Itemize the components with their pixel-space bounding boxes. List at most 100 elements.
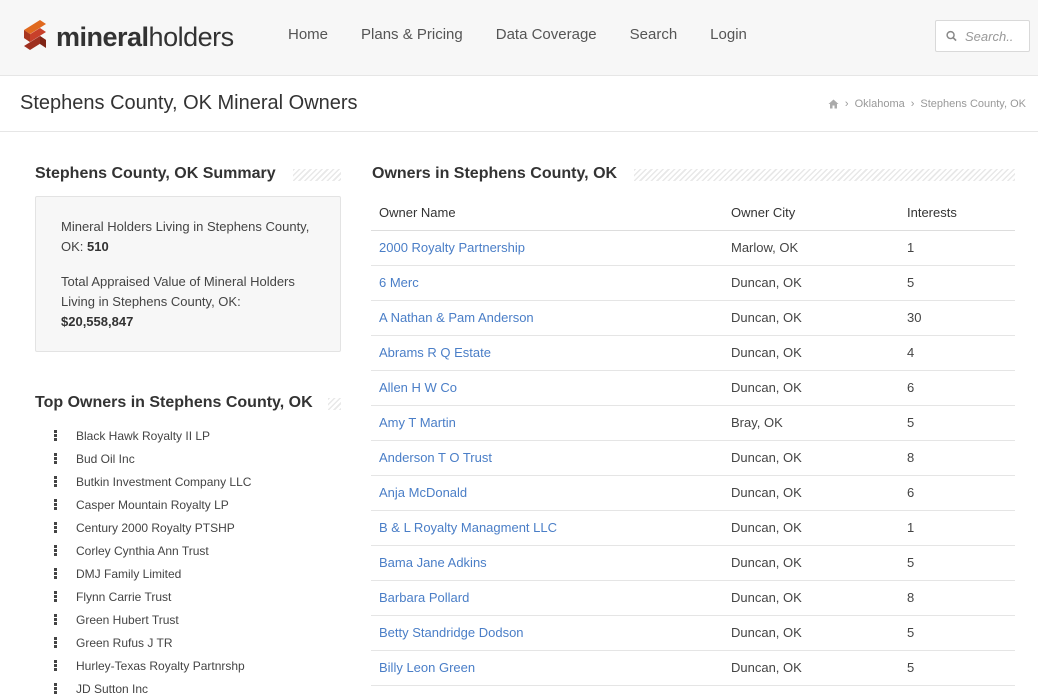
- breadcrumb-current: Stephens County, OK: [920, 98, 1026, 110]
- nav-data-coverage[interactable]: Data Coverage: [496, 26, 597, 43]
- owners-table: Owner Name Owner City Interests 2000 Roy…: [371, 195, 1015, 686]
- owner-city-cell: Duncan, OK: [723, 650, 899, 686]
- table-row: 6 Merc Duncan, OK 5: [371, 265, 1015, 301]
- owner-name-cell: Anderson T O Trust: [371, 440, 723, 476]
- table-row: Billy Leon Green Duncan, OK 5: [371, 650, 1015, 686]
- owner-city-cell: Duncan, OK: [723, 580, 899, 616]
- table-row: Betty Standridge Dodson Duncan, OK 5: [371, 615, 1015, 651]
- owners-table-heading: Owners in Stephens County, OK: [372, 165, 618, 182]
- owner-name: Hurley-Texas Royalty Partnrshp: [76, 658, 245, 673]
- owner-link[interactable]: Anja McDonald: [379, 485, 467, 500]
- owner-name: Flynn Carrie Trust: [76, 589, 172, 604]
- interests-cell: 6: [899, 370, 1015, 406]
- owner-link[interactable]: 2000 Royalty Partnership: [379, 240, 525, 255]
- interests-cell: 1: [899, 230, 1015, 266]
- list-item[interactable]: Flynn Carrie Trust: [54, 585, 251, 608]
- owner-name-cell: Anja McDonald: [371, 475, 723, 511]
- owner-name: Butkin Investment Company LLC: [76, 474, 252, 489]
- owner-name: JD Sutton Inc: [76, 681, 149, 696]
- owner-city-cell: Duncan, OK: [723, 545, 899, 581]
- owner-city-cell: Duncan, OK: [723, 475, 899, 511]
- owner-city-cell: Duncan, OK: [723, 370, 899, 406]
- owner-link[interactable]: 6 Merc: [379, 275, 419, 290]
- list-item[interactable]: Green Rufus J TR: [54, 631, 251, 654]
- title-bar: Stephens County, OK Mineral Owners › Okl…: [0, 77, 1038, 132]
- interests-cell: 5: [899, 615, 1015, 651]
- interests-cell: 5: [899, 650, 1015, 686]
- table-row: Abrams R Q Estate Duncan, OK 4: [371, 335, 1015, 371]
- drag-handle-icon: [54, 544, 58, 557]
- owner-name-cell: B & L Royalty Managment LLC: [371, 510, 723, 546]
- list-item[interactable]: JD Sutton Inc: [54, 677, 251, 696]
- list-item[interactable]: Casper Mountain Royalty LP: [54, 493, 251, 516]
- owner-name-cell: Bama Jane Adkins: [371, 545, 723, 581]
- owner-link[interactable]: Anderson T O Trust: [379, 450, 492, 465]
- table-header-row: Owner Name Owner City Interests: [371, 195, 1015, 231]
- drag-handle-icon: [54, 452, 58, 465]
- owner-link[interactable]: Billy Leon Green: [379, 660, 475, 675]
- interests-cell: 5: [899, 265, 1015, 301]
- owner-link[interactable]: Amy T Martin: [379, 415, 456, 430]
- nav-login[interactable]: Login: [710, 26, 747, 43]
- owner-name: Green Rufus J TR: [76, 635, 173, 650]
- nav-search[interactable]: Search: [630, 26, 678, 43]
- list-item[interactable]: Corley Cynthia Ann Trust: [54, 539, 251, 562]
- list-item[interactable]: Butkin Investment Company LLC: [54, 470, 251, 493]
- column-header-owner-city[interactable]: Owner City: [723, 195, 899, 231]
- heading-divider: [293, 169, 341, 181]
- search-input[interactable]: [965, 28, 1029, 44]
- owner-link[interactable]: Allen H W Co: [379, 380, 457, 395]
- breadcrumb: › Oklahoma › Stephens County, OK: [828, 98, 1026, 110]
- owner-link[interactable]: Abrams R Q Estate: [379, 345, 491, 360]
- column-header-owner-name[interactable]: Owner Name: [371, 195, 723, 231]
- chevron-right-icon: ›: [910, 98, 915, 110]
- owner-name-cell: Amy T Martin: [371, 405, 723, 441]
- owner-name: DMJ Family Limited: [76, 566, 182, 581]
- value-stat: Total Appraised Value of Mineral Holders…: [61, 274, 295, 329]
- owner-link[interactable]: B & L Royalty Managment LLC: [379, 520, 557, 535]
- interests-cell: 1: [899, 510, 1015, 546]
- drag-handle-icon: [54, 429, 58, 442]
- main-nav: Home Plans & Pricing Data Coverage Searc…: [288, 26, 780, 43]
- column-header-interests[interactable]: Interests: [899, 195, 1015, 231]
- drag-handle-icon: [54, 613, 58, 626]
- owner-city-cell: Marlow, OK: [723, 230, 899, 266]
- drag-handle-icon: [54, 475, 58, 488]
- breadcrumb-oklahoma[interactable]: Oklahoma: [855, 98, 905, 110]
- list-item[interactable]: DMJ Family Limited: [54, 562, 251, 585]
- logo-text: mineralholders: [56, 21, 234, 52]
- nav-home[interactable]: Home: [288, 26, 328, 43]
- list-item[interactable]: Bud Oil Inc: [54, 447, 251, 470]
- home-icon[interactable]: [828, 99, 839, 109]
- drag-handle-icon: [54, 659, 58, 672]
- owner-link[interactable]: Barbara Pollard: [379, 590, 469, 605]
- residents-stat: Mineral Holders Living in Stephens Count…: [61, 219, 310, 254]
- heading-divider: [328, 398, 341, 410]
- owner-name: Bud Oil Inc: [76, 451, 135, 466]
- table-row: Bama Jane Adkins Duncan, OK 5: [371, 545, 1015, 581]
- table-row: 2000 Royalty Partnership Marlow, OK 1: [371, 230, 1015, 266]
- owner-city-cell: Duncan, OK: [723, 510, 899, 546]
- list-item[interactable]: Green Hubert Trust: [54, 608, 251, 631]
- owner-link[interactable]: Bama Jane Adkins: [379, 555, 487, 570]
- interests-cell: 4: [899, 335, 1015, 371]
- nav-plans-pricing[interactable]: Plans & Pricing: [361, 26, 463, 43]
- site-logo[interactable]: mineralholders: [20, 15, 234, 59]
- owner-name-cell: Betty Standridge Dodson: [371, 615, 723, 651]
- top-owners-list: Black Hawk Royalty II LP Bud Oil Inc Butki…: [54, 424, 251, 696]
- owner-link[interactable]: Betty Standridge Dodson: [379, 625, 524, 640]
- owner-name-cell: Billy Leon Green: [371, 650, 723, 686]
- owner-name-cell: Allen H W Co: [371, 370, 723, 406]
- interests-cell: 5: [899, 405, 1015, 441]
- owner-name-cell: 6 Merc: [371, 265, 723, 301]
- list-item[interactable]: Black Hawk Royalty II LP: [54, 424, 251, 447]
- search-icon[interactable]: [946, 30, 957, 42]
- owner-city-cell: Duncan, OK: [723, 335, 899, 371]
- interests-cell: 30: [899, 300, 1015, 336]
- list-item[interactable]: Century 2000 Royalty PTSHP: [54, 516, 251, 539]
- table-row: B & L Royalty Managment LLC Duncan, OK 1: [371, 510, 1015, 546]
- owner-link[interactable]: A Nathan & Pam Anderson: [379, 310, 534, 325]
- top-owners-heading: Top Owners in Stephens County, OK: [35, 394, 313, 411]
- list-item[interactable]: Hurley-Texas Royalty Partnrshp: [54, 654, 251, 677]
- logo-mark-icon: [24, 20, 46, 50]
